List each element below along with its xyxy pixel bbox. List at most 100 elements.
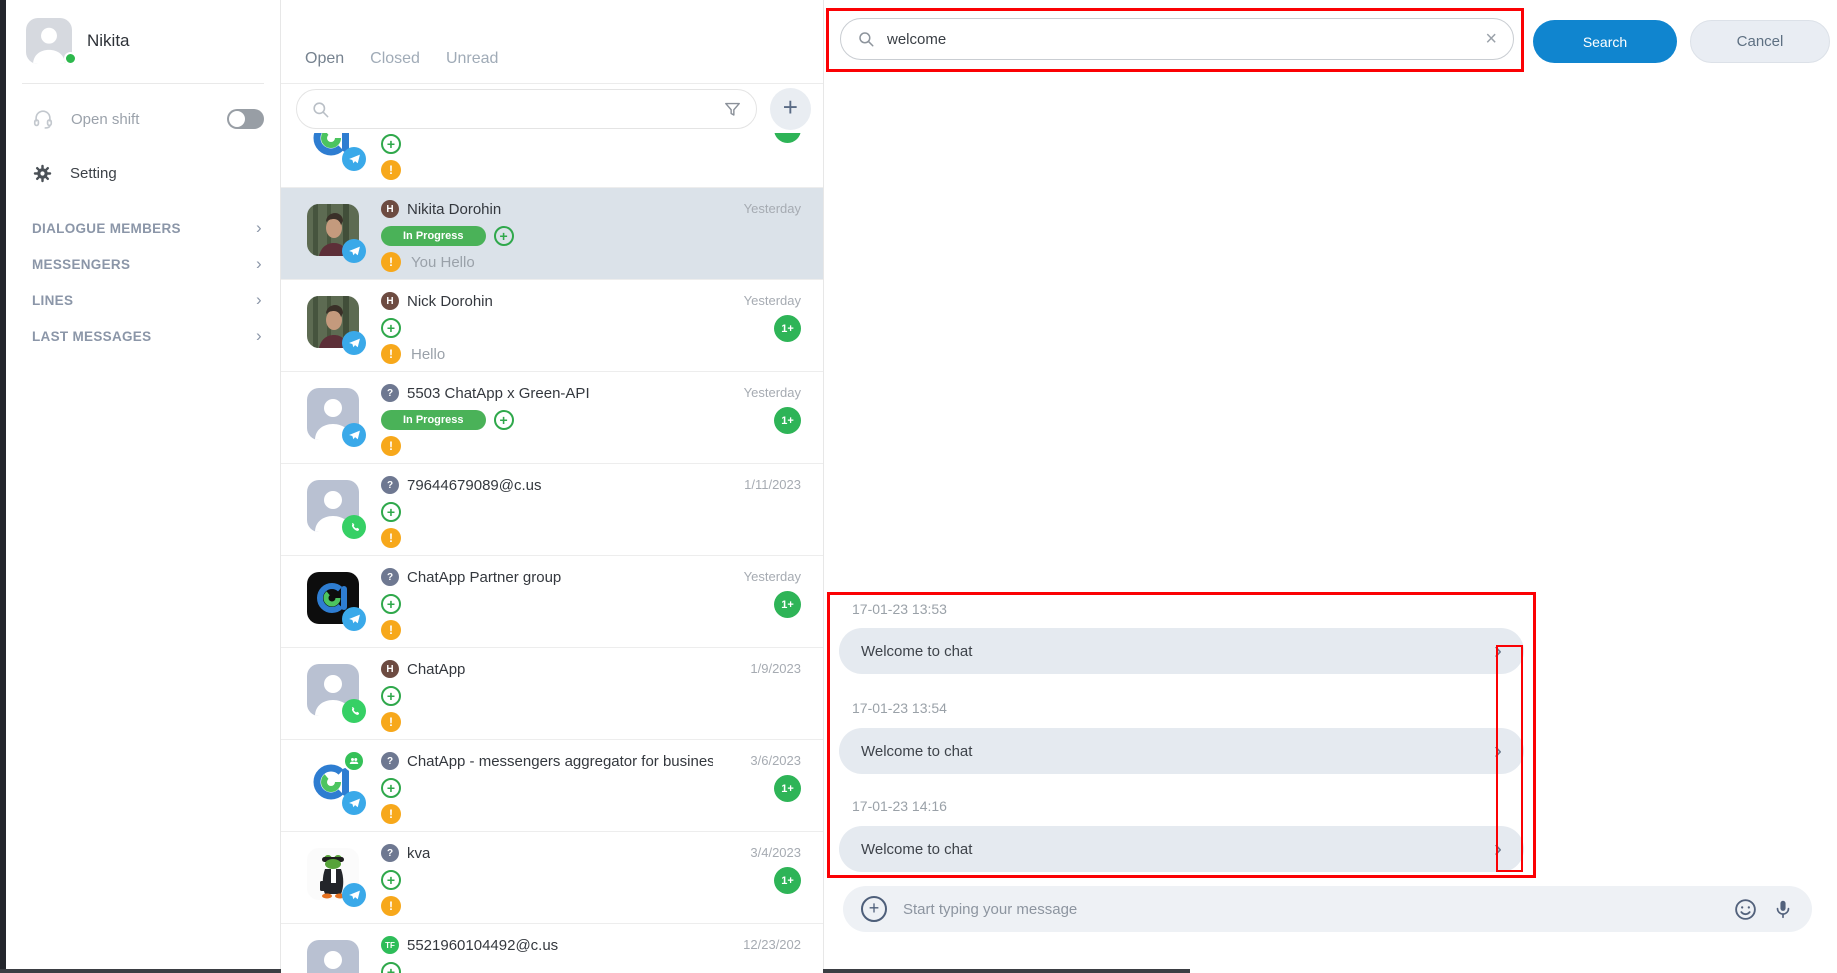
chat-list-item[interactable]: ? ChatApp Partner group + ! Yesterday 1+: [281, 556, 823, 648]
chat-name: ChatApp Partner group: [407, 569, 561, 586]
telegram-badge-icon: [342, 883, 366, 907]
chat-tabs: Open Closed Unread: [281, 0, 823, 84]
channel-letter-badge: H: [381, 200, 399, 218]
unread-badge: 1+: [774, 591, 801, 618]
chat-avatar: [307, 572, 359, 624]
chat-date: Yesterday: [713, 385, 801, 400]
chat-date: Yesterday: [713, 201, 801, 216]
result-message-text: Welcome to chat: [861, 643, 972, 660]
chat-list-item[interactable]: H ChatApp + ! 1/9/2023: [281, 648, 823, 740]
add-chat-button[interactable]: +: [770, 88, 811, 130]
result-timestamp: 17-01-23 14:16: [852, 798, 947, 814]
setting-label: Setting: [70, 165, 117, 182]
assign-plus-icon[interactable]: +: [381, 594, 401, 614]
search-results: 17-01-23 13:53 Welcome to chat › 17-01-2…: [827, 592, 1536, 878]
chat-date: 3/4/2023: [713, 845, 801, 860]
sidebar-item-last-messages[interactable]: LAST MESSAGES ›: [6, 318, 280, 354]
open-shift-toggle[interactable]: [227, 109, 264, 129]
warning-icon: !: [381, 344, 401, 364]
chat-date: Yesterday: [713, 569, 801, 584]
warning-icon: !: [381, 620, 401, 640]
composer-placeholder: Start typing your message: [903, 901, 1077, 918]
channel-letter-badge: H: [381, 660, 399, 678]
chat-item-body: ? kva + !: [381, 842, 713, 923]
open-result-chevron-icon[interactable]: ›: [1494, 639, 1502, 663]
telegram-badge-icon: [342, 147, 366, 171]
sidebar: Nikita Open shift: [6, 0, 281, 973]
assign-plus-icon[interactable]: +: [381, 686, 401, 706]
assign-plus-icon[interactable]: +: [494, 410, 514, 430]
warning-icon: !: [381, 712, 401, 732]
chat-item-meta: 1/9/2023: [713, 658, 801, 739]
assign-plus-icon[interactable]: +: [381, 502, 401, 522]
chat-name: ChatApp - messengers aggregator for busi…: [407, 753, 713, 770]
sidebar-menu: DIALOGUE MEMBERS › MESSENGERS › LINES › …: [6, 210, 280, 354]
chat-list-item[interactable]: H Nikita Dorohin In Progress + ! You Hel…: [281, 188, 823, 280]
sidebar-menu-item-label: DIALOGUE MEMBERS: [32, 221, 181, 236]
search-result-row[interactable]: Welcome to chat ›: [839, 628, 1524, 674]
chevron-right-icon: ›: [256, 254, 262, 274]
chat-date: 1/11/2023: [713, 477, 801, 492]
clear-search-icon[interactable]: ×: [1485, 29, 1497, 49]
telegram-badge-icon: [342, 423, 366, 447]
warning-icon: !: [381, 896, 401, 916]
warning-icon: !: [381, 436, 401, 456]
assign-plus-icon[interactable]: +: [381, 870, 401, 890]
search-result-row[interactable]: Welcome to chat ›: [839, 728, 1524, 774]
open-result-chevron-icon[interactable]: ›: [1494, 837, 1502, 861]
filter-icon[interactable]: [723, 100, 742, 119]
setting-row[interactable]: Setting: [6, 163, 280, 184]
sidebar-menu-item-label: LAST MESSAGES: [32, 329, 151, 344]
tab-closed[interactable]: Closed: [370, 50, 420, 68]
warning-icon: !: [381, 160, 401, 180]
attach-plus-icon[interactable]: +: [861, 896, 887, 922]
sidebar-item-messengers[interactable]: MESSENGERS ›: [6, 246, 280, 282]
chevron-right-icon: ›: [256, 326, 262, 346]
chat-search-row: +: [281, 85, 823, 133]
chat-rows: + ! 1+ H: [281, 96, 823, 973]
chat-item-body: ? 5503 ChatApp x Green-API In Progress +…: [381, 382, 713, 463]
chat-date: 12/23/202: [713, 937, 801, 952]
open-result-chevron-icon[interactable]: ›: [1494, 739, 1502, 763]
result-message-text: Welcome to chat: [861, 743, 972, 760]
warning-icon: !: [381, 528, 401, 548]
cancel-button[interactable]: Cancel: [1690, 20, 1830, 63]
search-button[interactable]: Search: [1533, 20, 1677, 63]
chat-item-meta: Yesterday: [713, 198, 801, 279]
assign-plus-icon[interactable]: +: [381, 318, 401, 338]
chat-date: 3/6/2023: [713, 753, 801, 768]
assign-plus-icon[interactable]: +: [381, 962, 401, 973]
channel-letter-badge: TF: [381, 936, 399, 954]
chat-list-item[interactable]: ? ChatApp - messengers aggregator for bu…: [281, 740, 823, 832]
chat-name: Nikita Dorohin: [407, 201, 501, 218]
chat-list-item[interactable]: ? 79644679089@c.us + ! 1/11/2023: [281, 464, 823, 556]
chat-list-item[interactable]: ? 5503 ChatApp x Green-API In Progress +…: [281, 372, 823, 464]
chat-search-input[interactable]: [296, 89, 757, 129]
assign-plus-icon[interactable]: +: [494, 226, 514, 246]
chat-item-body: ? ChatApp Partner group + !: [381, 566, 713, 647]
assign-plus-icon[interactable]: +: [381, 134, 401, 154]
chat-avatar: [307, 480, 359, 532]
user-profile[interactable]: Nikita: [6, 0, 280, 64]
chat-avatar: [307, 388, 359, 440]
warning-icon: !: [381, 252, 401, 272]
online-status-dot: [64, 52, 77, 65]
microphone-icon[interactable]: [1772, 898, 1794, 920]
headset-icon: [32, 108, 54, 130]
sidebar-item-lines[interactable]: LINES ›: [6, 282, 280, 318]
chat-name: Nick Dorohin: [407, 293, 493, 310]
chat-list-item[interactable]: H Nick Dorohin + ! Hello Yesterday 1+: [281, 280, 823, 372]
tab-open[interactable]: Open: [305, 50, 344, 68]
chat-item-meta: 12/23/202: [713, 934, 801, 973]
emoji-icon[interactable]: [1733, 897, 1758, 922]
chat-list-item[interactable]: TF 5521960104492@c.us + 12/23/202: [281, 924, 823, 973]
message-composer[interactable]: + Start typing your message: [843, 886, 1812, 932]
tab-unread[interactable]: Unread: [446, 50, 498, 68]
message-search-input[interactable]: welcome ×: [840, 18, 1514, 60]
search-result-row[interactable]: Welcome to chat ›: [839, 826, 1524, 872]
sidebar-item-dialogue-members[interactable]: DIALOGUE MEMBERS ›: [6, 210, 280, 246]
chat-last-message: Hello: [411, 346, 445, 363]
chat-item-body: ? ChatApp - messengers aggregator for bu…: [381, 750, 713, 831]
assign-plus-icon[interactable]: +: [381, 778, 401, 798]
chat-list-item[interactable]: ? kva + ! 3/4/2023 1+: [281, 832, 823, 924]
